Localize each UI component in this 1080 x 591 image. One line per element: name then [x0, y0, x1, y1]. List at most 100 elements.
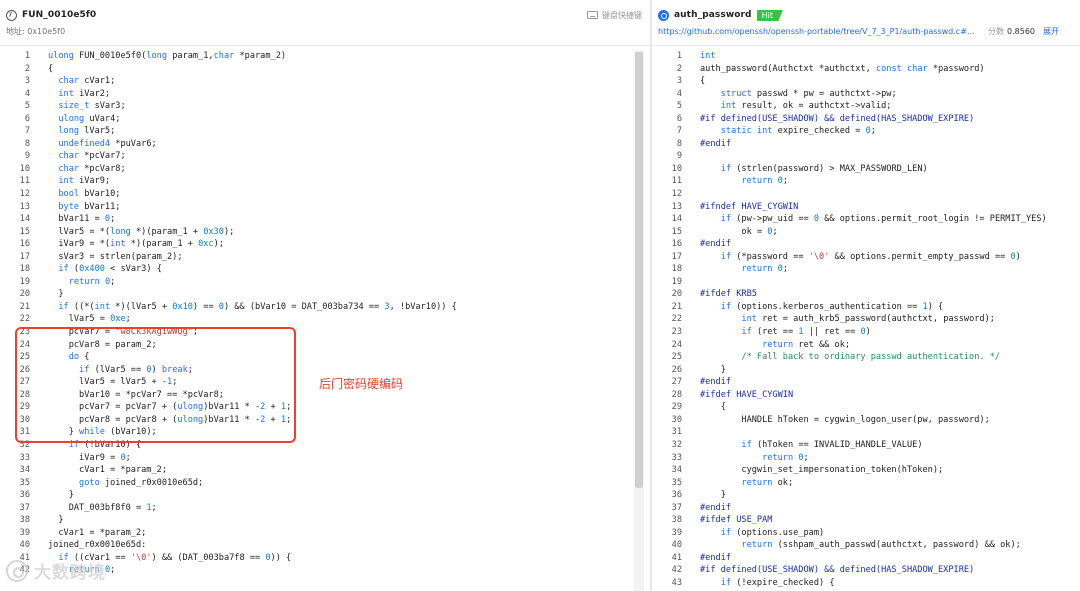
code-text: #endif — [700, 138, 732, 149]
right-code-line: 38 #ifdef USE_PAM — [652, 514, 1080, 527]
code-text: sVar3 = strlen(param_2); — [48, 251, 183, 262]
line-number: 17 — [671, 251, 682, 262]
line-number: 24 — [19, 339, 30, 350]
left-code-line: 14 bVar11 = 0; — [0, 213, 634, 226]
left-code-line: 38 } — [0, 514, 634, 527]
code-text: if (0x400 < sVar3) { — [58, 264, 162, 275]
line-number: 4 — [676, 88, 682, 99]
line-number: 9 — [676, 151, 682, 162]
left-code-line: 5 size_t sVar3; — [0, 100, 634, 113]
code-text: lVar5 = *(long *)(param_1 + 0x30); — [48, 226, 235, 237]
code-text: auth_password(Authctxt *authctxt, const … — [700, 63, 985, 74]
line-number: 18 — [19, 264, 30, 275]
line-number: 27 — [671, 377, 682, 388]
line-number: 27 — [19, 377, 30, 388]
code-text: } — [700, 364, 726, 375]
match-info-row: https://github.com/openssh/openssh-porta… — [658, 26, 1072, 37]
right-code-line: 2 auth_password(Authctxt *authctxt, const… — [652, 63, 1080, 76]
line-number: 37 — [19, 502, 30, 513]
right-code-line: 17 if (*password == '\0' && options.perm… — [652, 251, 1080, 264]
code-text: return 0; — [762, 452, 809, 463]
right-code-line: 42 #if defined(USE_SHADOW) && defined(HAS… — [652, 564, 1080, 577]
matched-function-name: auth_password — [674, 10, 752, 20]
left-code-line: 37 DAT_003bf8f0 = 1; — [0, 502, 634, 515]
right-code-line: 37 #endif — [652, 502, 1080, 515]
right-code-line: 39 if (options.use_pam) — [652, 527, 1080, 540]
right-code-line: 15 ok = 0; — [652, 226, 1080, 239]
left-code-line: 32 if (!bVar10) { — [0, 439, 634, 452]
left-code-line: 39 cVar1 = *param_2; — [0, 527, 634, 540]
line-number: 4 — [24, 88, 30, 99]
code-text: cVar1 = *param_2; — [48, 527, 147, 538]
left-code-line: 1 ulong FUN_0010e5f0(long param_1,char *p… — [0, 50, 634, 63]
left-code-line: 35 goto joined_r0x0010e65d; — [0, 477, 634, 490]
right-code-line: 30 HANDLE hToken = cygwin_logon_user(pw,… — [652, 414, 1080, 427]
code-text: #ifdef HAVE_CYGWIN — [700, 389, 794, 400]
line-number: 29 — [671, 402, 682, 413]
line-number: 2 — [24, 63, 30, 74]
code-text: HANDLE hToken = cygwin_logon_user(pw, pa… — [700, 414, 990, 425]
backdoor-annotation: 后门密码硬编码 — [319, 377, 404, 391]
code-text: return ok; — [741, 477, 794, 488]
code-text: { — [700, 76, 706, 87]
code-text: size_t sVar3; — [58, 101, 126, 112]
left-code-line: 22 lVar5 = 0xe; — [0, 313, 634, 326]
line-number: 16 — [19, 239, 30, 250]
left-code-line: 17 sVar3 = strlen(param_2); — [0, 251, 634, 264]
left-scrollbar-thumb[interactable] — [635, 52, 643, 488]
code-text: char cVar1; — [58, 76, 116, 87]
code-text: #endif — [700, 239, 732, 250]
code-text: } while (bVar10); — [48, 427, 157, 438]
code-text: lVar5 = lVar5 + -1; — [48, 377, 178, 388]
right-code-line: 9 — [652, 150, 1080, 163]
line-number: 33 — [671, 452, 682, 463]
code-text: /* Fall back to ordinary passwd authenti… — [700, 352, 1001, 363]
code-text: #endif — [700, 502, 732, 513]
line-number: 24 — [671, 339, 682, 350]
code-text: iVar9 = 0; — [48, 452, 131, 463]
line-number: 39 — [19, 527, 30, 538]
left-code-line: 13 byte bVar11; — [0, 201, 634, 214]
code-text: #ifndef HAVE_CYGWIN — [700, 201, 799, 212]
line-number: 28 — [671, 389, 682, 400]
left-code-line: 15 lVar5 = *(long *)(param_1 + 0x30); — [0, 226, 634, 239]
line-number: 19 — [671, 276, 682, 287]
left-code-line: 8 undefined4 *puVar6; — [0, 138, 634, 151]
line-number: 20 — [19, 289, 30, 300]
line-number: 29 — [19, 402, 30, 413]
left-code-line: 2{ — [0, 63, 634, 76]
line-number: 39 — [671, 527, 682, 538]
line-number: 26 — [19, 364, 30, 375]
code-text: int result, ok = authctxt->valid; — [720, 101, 892, 112]
expand-link[interactable]: 展开 — [1043, 26, 1059, 37]
code-text: undefined4 *puVar6; — [58, 138, 157, 149]
source-match-pane: auth_password Hit https://github.com/ope… — [652, 0, 1080, 591]
source-url-link[interactable]: https://github.com/openssh/openssh-porta… — [658, 27, 978, 36]
code-text: #ifdef USE_PAM — [700, 515, 773, 526]
keyboard-shortcut-button[interactable]: 键盘快捷键 — [602, 10, 642, 21]
keyboard-icon[interactable] — [587, 11, 598, 19]
left-code-line: 33 iVar9 = 0; — [0, 452, 634, 465]
right-code-line: 14 if (pw->pw_uid == 0 && options.permit… — [652, 213, 1080, 226]
right-code-line: 4 struct passwd * pw = authctxt->pw; — [652, 88, 1080, 101]
left-code-line: 29 pcVar7 = pcVar7 + (ulong)bVar11 * -2 … — [0, 401, 634, 414]
code-text: pcVar8 = param_2; — [48, 339, 157, 350]
code-text: { — [48, 63, 54, 74]
code-text: byte bVar11; — [58, 201, 121, 212]
code-text: if (!expire_checked) { — [720, 577, 835, 588]
code-text: if (options.use_pam) — [720, 527, 825, 538]
left-code-line: 12 bool bVar10; — [0, 188, 634, 201]
line-number: 32 — [671, 439, 682, 450]
left-code-line: 27 lVar5 = lVar5 + -1; — [0, 376, 634, 389]
line-number: 34 — [19, 465, 30, 476]
left-pane-header: FUN_0010e5f0 键盘快捷键 地址: 0x10e5f0 — [0, 0, 650, 46]
function-icon — [6, 9, 17, 21]
code-text: int — [700, 51, 716, 61]
right-code-line: 24 return ret && ok; — [652, 339, 1080, 352]
code-text: if (ret == 1 || ret == 0) — [741, 327, 871, 338]
code-text: #if defined(USE_SHADOW) && defined(HAS_S… — [700, 565, 975, 576]
line-number: 25 — [671, 352, 682, 363]
left-code-line: 25 do { — [0, 351, 634, 364]
line-number: 36 — [19, 490, 30, 501]
right-code-line: 34 cygwin_set_impersonation_token(hToken… — [652, 464, 1080, 477]
